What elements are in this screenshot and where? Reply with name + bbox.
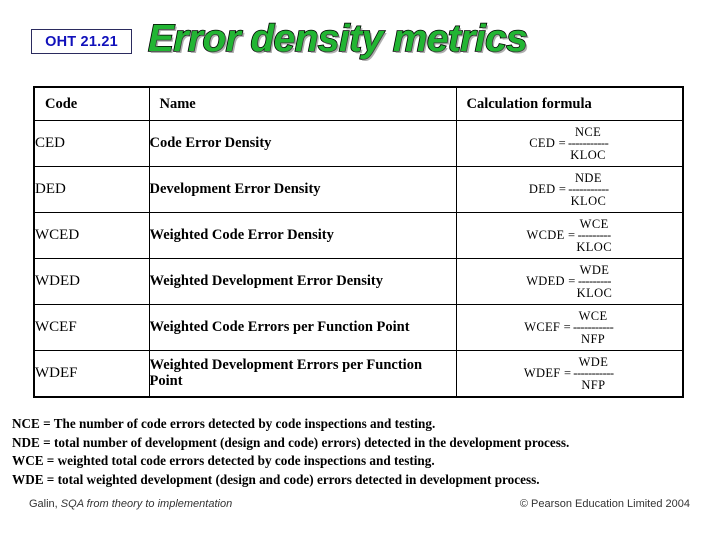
cell-formula: WCEF = WCE ----------- NFP: [455, 304, 684, 351]
formula-expression: CED = NCE ----------- KLOC: [457, 125, 683, 162]
cell-code: CED: [33, 120, 150, 167]
cell-code: DED: [33, 166, 150, 213]
column-header-name-label: Name: [159, 95, 196, 112]
cell-code: WCED: [33, 212, 150, 259]
column-header-code-label: Code: [45, 95, 78, 112]
formula-left-hand-side: WDEF =: [523, 365, 572, 380]
note-line-nce: NCE = The number of code errors detected…: [12, 416, 436, 431]
footer-copyright: © Pearson Education Limited 2004: [519, 498, 690, 510]
table-row: WCED Weighted Code Error Density WCDE = …: [33, 212, 684, 259]
footer-book-title: SQA from theory to implementation: [60, 498, 233, 510]
oht-number-box: OHT 21.21: [31, 29, 132, 54]
formula-fraction: WCE --------- KLOC: [576, 217, 612, 254]
table-row: CED Code Error Density CED = NCE -------…: [33, 120, 684, 167]
column-header-name: Name: [148, 86, 457, 121]
formula-fraction-bar: -----------: [568, 182, 609, 197]
note-line-wde: WDE = total weighted development (design…: [12, 471, 540, 487]
formula-expression: WDED = WDE --------- KLOC: [457, 263, 683, 300]
page-title: Error density metrics: [147, 17, 528, 61]
cell-formula: WDED = WDE --------- KLOC: [455, 258, 684, 305]
cell-name: Weighted Development Error Density: [148, 258, 457, 305]
formula-denominator: KLOC: [576, 239, 612, 254]
cell-name: Weighted Code Error Density: [148, 212, 457, 259]
formula-fraction-bar: -----------: [573, 365, 614, 380]
cell-formula: DED = NDE ----------- KLOC: [455, 166, 684, 213]
table-row: WDED Weighted Development Error Density …: [33, 258, 684, 305]
formula-expression: DED = NDE ----------- KLOC: [457, 171, 683, 208]
formula-left-hand-side: CED =: [529, 136, 566, 150]
definitions-notes: NCE = The number of code errors detected…: [12, 415, 712, 489]
formula-fraction-bar: ---------: [577, 274, 611, 289]
column-header-code: Code: [33, 86, 150, 121]
table-row: DED Development Error Density DED = NDE …: [33, 166, 684, 213]
formula-expression: WCDE = WCE --------- KLOC: [457, 217, 683, 254]
cell-name: Code Error Density: [148, 120, 457, 167]
formula-left-hand-side: DED =: [528, 182, 567, 196]
formula-denominator: KLOC: [570, 193, 607, 208]
formula-fraction: WCE ----------- NFP: [572, 309, 614, 346]
formula-denominator: KLOC: [576, 285, 613, 300]
formula-denominator: KLOC: [570, 147, 606, 162]
error-density-metrics-table: Code Name Calculation formula CED Code E…: [33, 86, 684, 398]
oht-number-label: OHT 21.21: [45, 33, 118, 50]
note-line-wce: WCE = weighted total code errors detecte…: [12, 453, 435, 469]
cell-name: Weighted Development Errors per Function…: [148, 350, 457, 397]
slide-header: OHT 21.21 Error density metrics: [0, 0, 720, 82]
cell-formula: WCDE = WCE --------- KLOC: [455, 212, 684, 259]
column-header-formula: Calculation formula: [455, 86, 684, 121]
formula-fraction: NDE ----------- KLOC: [567, 171, 609, 208]
formula-fraction: WDE ----------- NFP: [572, 355, 614, 392]
cell-name: Weighted Code Errors per Function Point: [148, 304, 457, 351]
formula-denominator: NFP: [581, 377, 606, 392]
formula-expression: WCEF = WCE ----------- NFP: [457, 309, 683, 346]
cell-code: WDEF: [33, 350, 150, 397]
cell-name: Development Error Density: [148, 166, 457, 213]
formula-fraction-bar: -----------: [572, 320, 614, 335]
formula-fraction-bar: ---------: [577, 228, 611, 243]
footer-attribution: Galin, SQA from theory to implementation: [29, 498, 232, 510]
cell-code: WCEF: [33, 304, 150, 351]
formula-expression: WDEF = WDE ----------- NFP: [457, 355, 683, 392]
cell-formula: CED = NCE ----------- KLOC: [455, 120, 684, 167]
formula-denominator: NFP: [581, 331, 606, 346]
column-header-formula-label: Calculation formula: [466, 95, 592, 112]
formula-left-hand-side: WDED =: [526, 274, 576, 288]
table-row: WCEF Weighted Code Errors per Function P…: [33, 304, 684, 351]
note-line-nde: NDE = total number of development (desig…: [12, 434, 570, 450]
formula-left-hand-side: WCEF =: [524, 320, 571, 334]
table-header-row: Code Name Calculation formula: [33, 86, 684, 121]
formula-fraction: WDE --------- KLOC: [577, 263, 613, 300]
formula-fraction-bar: -----------: [567, 136, 609, 151]
slide-footer: Galin, SQA from theory to implementation…: [0, 498, 720, 520]
table-row: WDEF Weighted Development Errors per Fun…: [33, 350, 684, 397]
cell-code: WDED: [33, 258, 150, 305]
formula-fraction: NCE ----------- KLOC: [567, 125, 609, 162]
footer-author: Galin,: [29, 498, 61, 510]
formula-left-hand-side: WCDE =: [526, 228, 576, 242]
cell-formula: WDEF = WDE ----------- NFP: [455, 350, 684, 397]
